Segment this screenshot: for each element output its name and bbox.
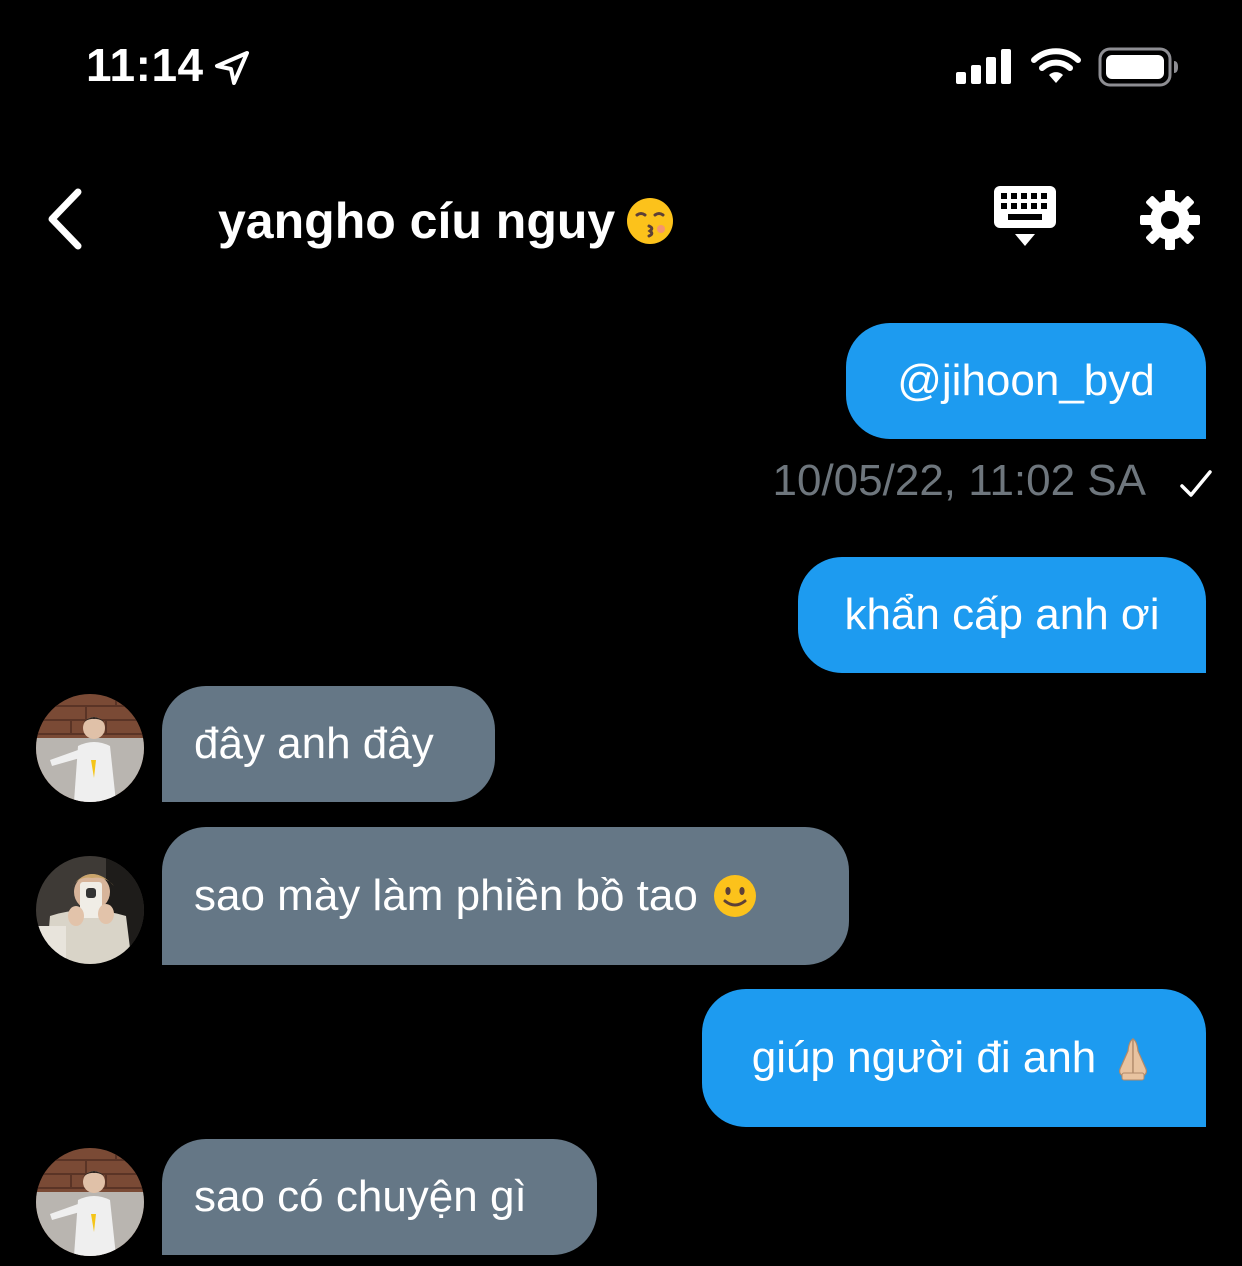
sent-message-bubble[interactable]: khẩn cấp anh ơi (798, 557, 1206, 673)
sent-message-bubble[interactable]: @jihoon_byd (846, 323, 1206, 439)
status-time: 11:14 (86, 39, 204, 91)
keyboard-icon[interactable] (990, 184, 1060, 250)
conversation-title: yangho cíu nguy (218, 192, 675, 250)
avatar[interactable] (36, 856, 144, 964)
message-text: giúp người đi anh (751, 1033, 1097, 1082)
sent-message-bubble[interactable]: giúp người đi anh (702, 989, 1206, 1127)
status-bar: 11:14 (0, 0, 1242, 130)
avatar-photo (36, 856, 144, 964)
message-timestamp: 10/05/22, 11:02 SA (772, 456, 1146, 505)
avatar-photo (36, 694, 144, 802)
message-text: sao có chuyện gì (194, 1172, 527, 1221)
avatar[interactable] (36, 1148, 144, 1256)
wifi-icon (1031, 48, 1081, 83)
folded-hands-emoji-icon (1119, 1038, 1148, 1081)
chevron-left-icon[interactable] (40, 184, 96, 254)
message-text: đây anh đây (194, 719, 434, 768)
cellular-signal-icon (956, 49, 1011, 84)
kissing-face-emoji-icon (627, 198, 674, 244)
conversation-title-text: yangho cíu nguy (218, 193, 616, 249)
received-message-bubble[interactable]: sao mày làm phiền bồ tao (162, 827, 849, 965)
message-text: @jihoon_byd (897, 356, 1155, 405)
battery-icon (1098, 47, 1178, 87)
avatar[interactable] (36, 694, 144, 802)
message-text: sao mày làm phiền bồ tao (194, 871, 698, 920)
slightly-smiling-face-emoji-icon (713, 875, 756, 917)
avatar-photo (36, 1148, 144, 1256)
received-message-bubble[interactable]: đây anh đây (162, 686, 495, 802)
checkmark-icon (1180, 470, 1212, 497)
received-message-bubble[interactable]: sao có chuyện gì (162, 1139, 597, 1255)
location-arrow-icon (215, 51, 249, 85)
conversation-header: yangho cíu nguy (0, 150, 1242, 290)
gear-icon[interactable] (1138, 188, 1202, 252)
message-text: khẩn cấp anh ơi (844, 590, 1160, 639)
